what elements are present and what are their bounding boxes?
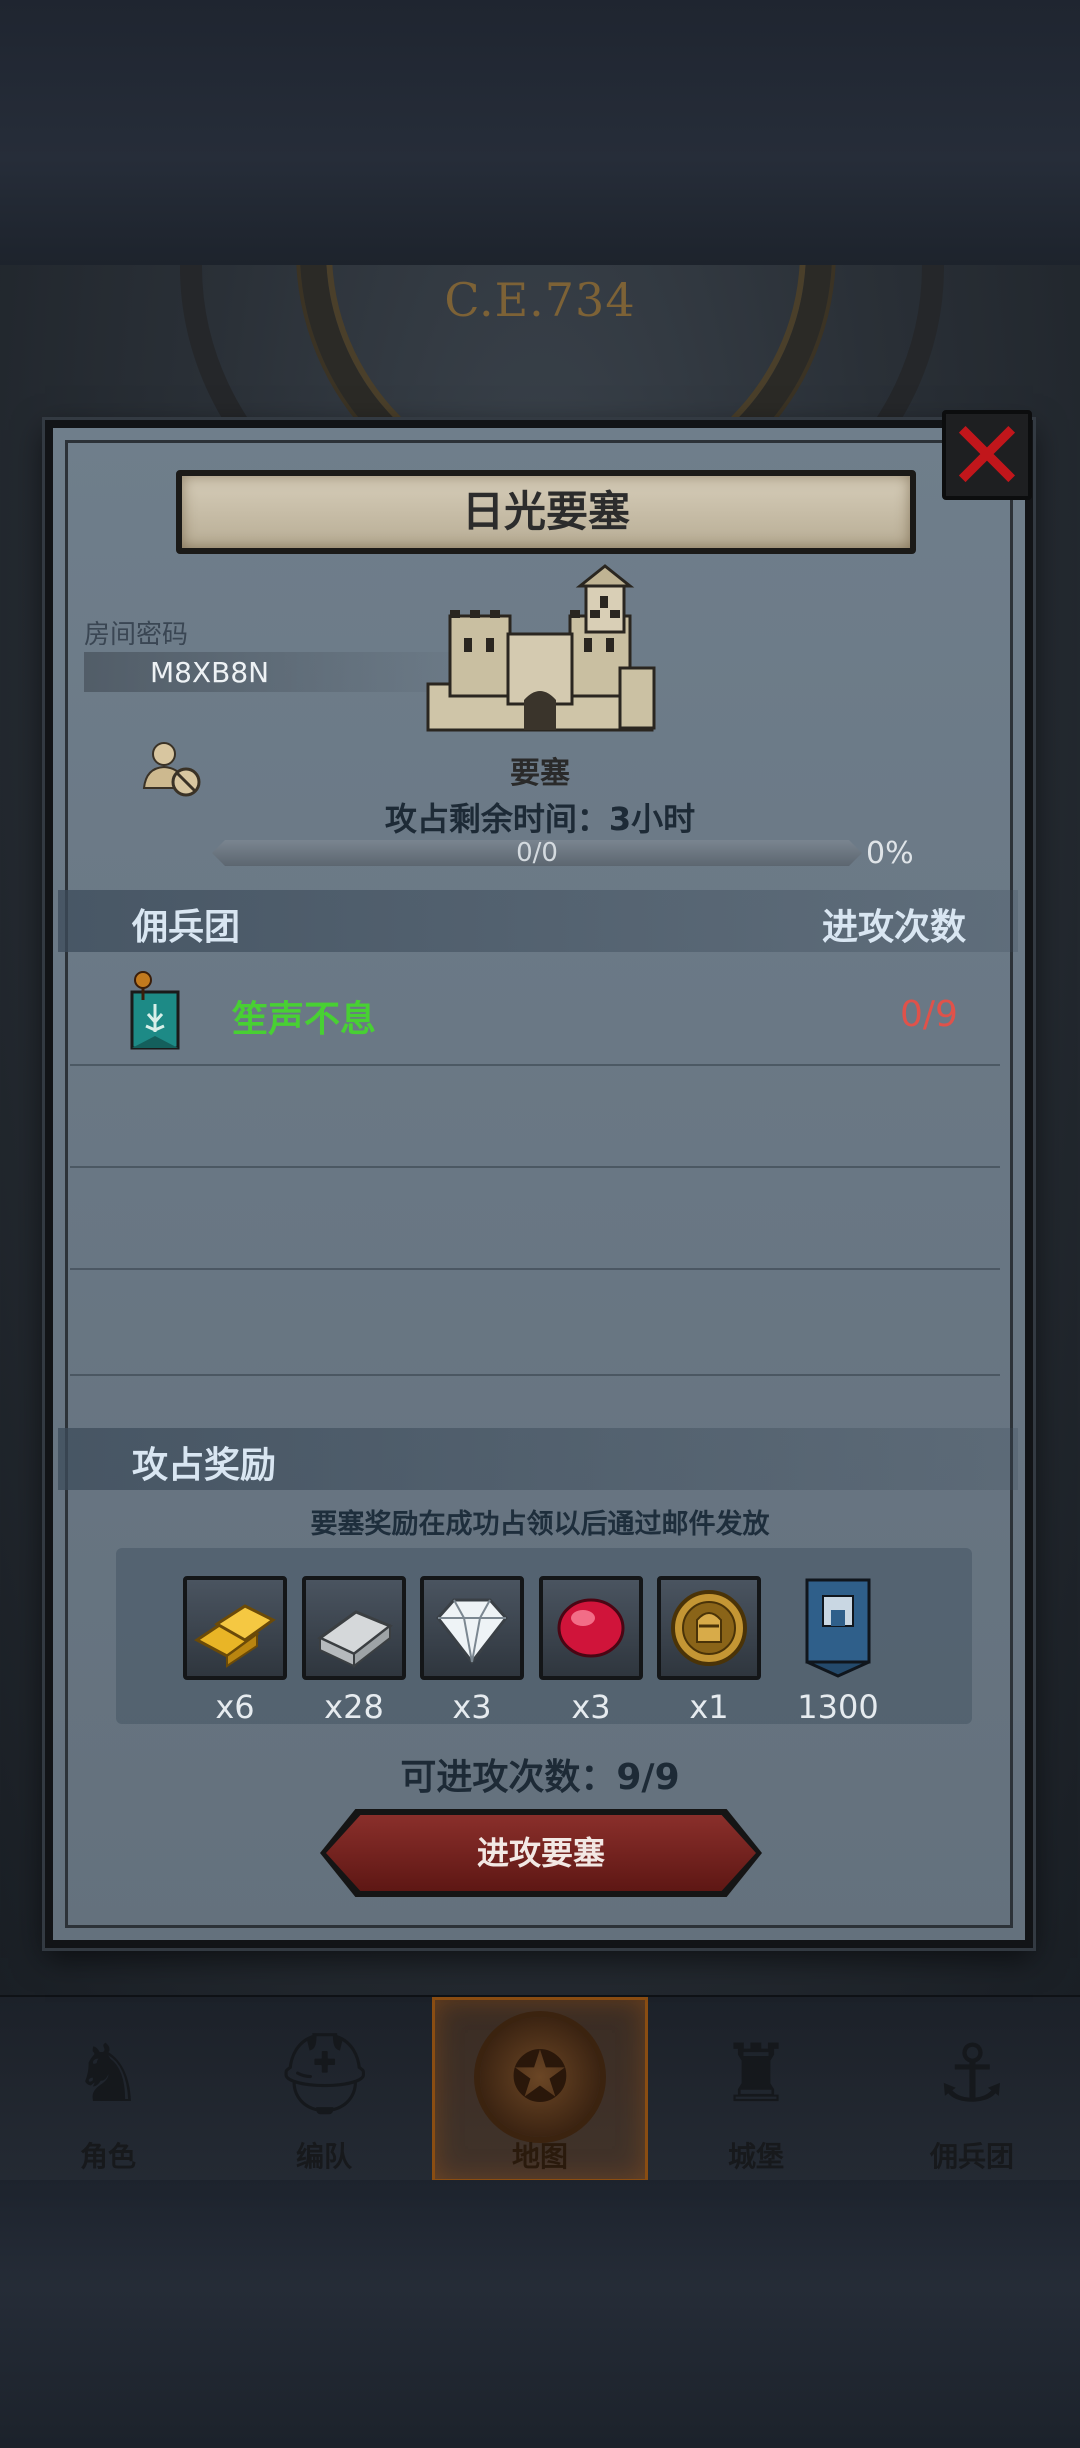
dialog-title: 日光要塞 [176, 470, 916, 554]
ruby-icon [557, 1598, 625, 1658]
nav-label-role: 角色 [79, 2140, 136, 2173]
mercenary-header: 佣兵团 [132, 907, 241, 948]
map-icon: ✪ [480, 2017, 600, 2137]
nav-label-formation: 编队 [295, 2140, 352, 2173]
reward-qty-gold: x6 [215, 1688, 255, 1726]
empty-row [70, 1064, 1000, 1168]
nav-item-formation[interactable]: ⛑ 编队 [216, 1997, 432, 2182]
attack-count-header: 进攻次数 [822, 907, 967, 948]
castle-icon: ♜ [720, 2027, 792, 2120]
reward-qty-silver: x28 [324, 1688, 384, 1726]
helmet-icon: ⛑ [274, 2027, 376, 2120]
nav-label-castle: 城堡 [727, 2140, 784, 2173]
capture-progress-percent: 0% [866, 836, 914, 871]
knight-icon: ♞ [72, 2027, 144, 2120]
user-blocked-icon[interactable] [138, 734, 208, 804]
attacks-available: 可进攻次数：9/9 [400, 1757, 680, 1798]
nav-item-mercenary[interactable]: ⚓ 佣兵团 [864, 1997, 1080, 2182]
mercenary-name: 笙声不息 [232, 999, 377, 1040]
reward-qty-medal: x1 [689, 1688, 729, 1726]
reward-slot-silver[interactable] [302, 1576, 406, 1680]
fortress-label: 要塞 [510, 756, 570, 791]
reward-slot-gold[interactable] [183, 1576, 287, 1680]
reward-qty-banner: 1300 [797, 1688, 879, 1726]
mercenary-row[interactable] [70, 962, 1000, 1066]
reward-slot-ruby[interactable] [539, 1576, 643, 1680]
capture-progress-text: 0/0 [516, 838, 558, 868]
room-password-label: 房间密码 [84, 620, 189, 650]
nav-item-role[interactable]: ♞ 角色 [0, 1997, 216, 2182]
close-button[interactable]: ✕ [942, 408, 1032, 504]
bottom-nav: ♞ 角色 ⛑ 编队 ✪ 地图 ♜ 城堡 ⚓ 佣兵团 [0, 1995, 1080, 2182]
room-password-value[interactable]: M8XB8N [150, 656, 269, 689]
empty-row [70, 1272, 1000, 1376]
reward-slot-diamond[interactable] [420, 1576, 524, 1680]
capture-time-remaining: 攻占剩余时间：3小时 [384, 800, 696, 838]
mercenary-attack-count: 0/9 [900, 994, 958, 1035]
empty-row [70, 1166, 1000, 1270]
close-icon: ✕ [946, 400, 1028, 512]
bottom-backdrop [0, 2180, 1080, 2448]
nav-item-castle[interactable]: ♜ 城堡 [648, 1997, 864, 2182]
reward-slot-banner[interactable] [793, 1576, 883, 1680]
reward-qty-ruby: x3 [571, 1688, 611, 1726]
top-backdrop [0, 0, 1080, 265]
reward-qty-diamond: x3 [452, 1688, 492, 1726]
silver-ingot-icon [317, 1610, 393, 1669]
fortress-icon [426, 564, 656, 732]
nav-label-map: 地图 [511, 2140, 568, 2173]
era-label: C.E.734 [444, 273, 636, 327]
nav-label-mercenary: 佣兵团 [929, 2140, 1014, 2173]
diamond-icon [436, 1598, 508, 1665]
reward-slot-medal[interactable] [657, 1576, 761, 1680]
blue-banner-icon [805, 1578, 871, 1678]
knight-medal-icon [671, 1590, 747, 1666]
reward-header: 攻占奖励 [132, 1445, 277, 1486]
ship-icon: ⚓ [936, 2027, 1008, 2120]
teal-banner-icon [130, 971, 180, 1050]
nav-item-map[interactable]: ✪ 地图 [432, 1997, 648, 2182]
gold-bars-icon [194, 1604, 276, 1668]
reward-note: 要塞奖励在成功占领以后通过邮件发放 [310, 1509, 770, 1540]
attack-fortress-button[interactable]: 进攻要塞 [326, 1815, 756, 1891]
